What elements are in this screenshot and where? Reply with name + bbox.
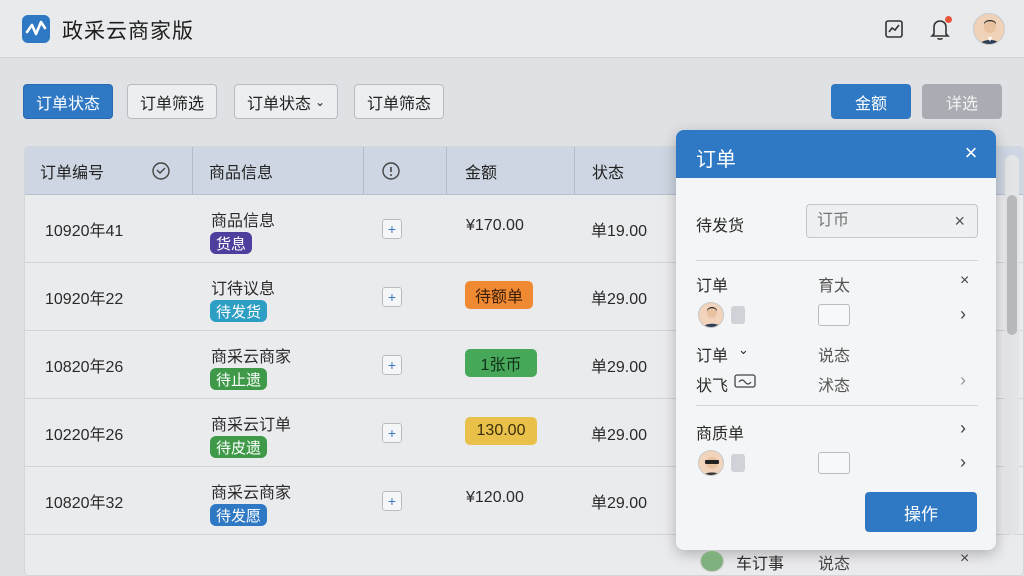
status-text: 沭态 <box>818 378 851 395</box>
info-icon[interactable] <box>381 147 401 195</box>
header-status[interactable]: 状态 <box>592 147 624 195</box>
order-id: 10920年41 <box>45 223 124 240</box>
card-placeholder <box>731 454 745 472</box>
status-text: 说态 <box>818 348 851 365</box>
state-label: 状飞 <box>696 378 729 395</box>
chevron-right-icon[interactable]: › <box>960 304 966 325</box>
order-dropdown-label[interactable]: 订单 <box>696 342 728 366</box>
status-tag: 待止遗 <box>210 368 268 390</box>
order-detail-panel: 订单 × 待发货 × 订单 育太 × › 订单 ⌄ 说态 状飞 沭态 › 商质单… <box>676 130 996 550</box>
divider <box>696 405 978 406</box>
app-logo-icon <box>22 15 50 43</box>
chevron-down-icon: ⌄ <box>315 94 326 109</box>
app-title: 政采云商家版 <box>62 20 194 43</box>
panel-title: 订单 <box>696 149 736 171</box>
amount-button-label: 金额 <box>854 95 887 113</box>
avatar <box>700 550 724 572</box>
status-tag: 待发货 <box>210 300 268 322</box>
filter-order-status-button[interactable]: 订单状态 <box>23 84 114 119</box>
status-tag: 待皮遗 <box>210 436 268 458</box>
user-avatar[interactable] <box>973 13 1005 45</box>
filter-input[interactable] <box>817 211 937 231</box>
close-icon[interactable]: × <box>960 142 982 164</box>
status-value: 单19.00 <box>591 223 648 240</box>
filter-order-filter-button[interactable]: 订单筛选 <box>127 84 218 119</box>
peek-label: 车订事 <box>736 556 785 573</box>
toggle-box[interactable] <box>818 452 850 474</box>
expand-plus-icon[interactable]: + <box>382 219 402 239</box>
status-tag: 货息 <box>210 232 253 254</box>
status-value: 单29.00 <box>591 495 648 512</box>
chevron-right-icon[interactable]: › <box>960 452 966 473</box>
amount-pill: 130.00 <box>465 417 537 445</box>
section-subtitle: 育太 <box>818 278 851 295</box>
remove-icon[interactable]: × <box>960 550 969 568</box>
card-placeholder <box>731 306 745 324</box>
product-name: 商采云商家 <box>211 349 292 366</box>
product-name: 订待议息 <box>211 281 276 298</box>
clear-icon[interactable]: × <box>954 211 965 232</box>
operate-button[interactable]: 操作 <box>865 492 977 532</box>
chevron-right-icon[interactable]: › <box>960 370 966 391</box>
filter-label: 订单状态 <box>247 95 312 113</box>
chevron-down-icon[interactable]: ⌄ <box>738 342 749 358</box>
filter-input-box[interactable]: × <box>806 204 978 238</box>
order-id: 10820年32 <box>45 495 124 512</box>
scrollbar-thumb[interactable] <box>1007 195 1017 335</box>
amount: ¥170.00 <box>466 217 524 234</box>
top-bar: 政采云商家版 <box>0 0 1024 58</box>
filter-label: 订单筛态 <box>367 95 432 113</box>
header-amount[interactable]: 金额 <box>465 147 497 195</box>
header-order-no[interactable]: 订单编号 <box>40 147 104 195</box>
filter-order-filter2-button[interactable]: 订单筛态 <box>354 84 445 119</box>
product-name: 商采云商家 <box>211 485 292 502</box>
table-scrollbar[interactable] <box>1005 155 1019 535</box>
status-tag: 待发愿 <box>210 504 268 526</box>
notification-dot <box>945 16 952 23</box>
order-id: 10920年22 <box>45 291 124 308</box>
bell-icon[interactable] <box>926 15 954 43</box>
expand-plus-icon[interactable]: + <box>382 355 402 375</box>
sort-icon[interactable] <box>151 147 171 195</box>
section-title: 订单 <box>696 278 729 295</box>
chart-icon[interactable] <box>880 15 908 43</box>
status-value: 单29.00 <box>591 427 648 444</box>
details-button[interactable]: 详选 <box>922 84 1002 119</box>
filter-status-dropdown[interactable]: 订单状态 ⌄ <box>234 84 339 119</box>
status-value: 单29.00 <box>591 291 648 308</box>
filter-label: 订单筛选 <box>140 95 205 113</box>
header-product[interactable]: 商品信息 <box>209 147 273 195</box>
avatar <box>698 302 724 328</box>
product-name: 商采云订单 <box>211 417 292 434</box>
panel-header: 订单 × <box>676 130 996 178</box>
details-button-label: 详选 <box>945 95 978 113</box>
expand-plus-icon[interactable]: + <box>382 287 402 307</box>
amount: ¥120.00 <box>466 489 524 506</box>
divider <box>696 260 978 261</box>
product-name: 商品信息 <box>211 213 276 230</box>
order-id: 10820年26 <box>45 359 124 376</box>
filter-label: 订单状态 <box>36 95 101 113</box>
amount-pill: 1张币 <box>465 349 537 377</box>
avatar <box>698 450 724 476</box>
peek-status: 说态 <box>818 556 851 573</box>
expand-plus-icon[interactable]: + <box>382 423 402 443</box>
chevron-right-icon[interactable]: › <box>960 418 966 439</box>
expand-plus-icon[interactable]: + <box>382 491 402 511</box>
section-title: 商质单 <box>696 426 745 443</box>
amount-pill: 待额单 <box>465 281 534 309</box>
status-value: 单29.00 <box>591 359 648 376</box>
amount-button[interactable]: 金额 <box>831 84 911 119</box>
field-label: 待发货 <box>696 218 745 235</box>
card-icon <box>734 374 756 393</box>
remove-icon[interactable]: × <box>960 272 969 290</box>
order-id: 10220年26 <box>45 427 124 444</box>
toggle-box[interactable] <box>818 304 850 326</box>
